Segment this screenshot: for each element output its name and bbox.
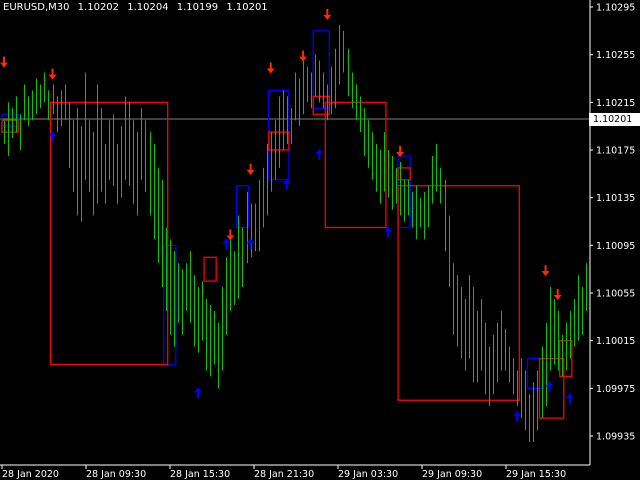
buy-arrow-icon [282,178,291,190]
price-tick-label: 1.10255 [596,50,635,61]
sell-arrow-icon [541,265,550,277]
price-tick-label: 1.10095 [596,241,635,252]
time-tick-label: 28 Jan 2020 [2,469,59,480]
price-tick-label: 1.10055 [596,289,635,300]
sell-arrow-icon [246,163,255,175]
arrow-head [222,238,231,244]
sell-arrow-icon [323,8,332,20]
down-box [312,95,331,115]
buy-arrow-icon [194,387,203,399]
arrow-head [323,14,332,20]
arrow-head [299,56,308,62]
current-price-tag: 1.10201 [589,112,640,126]
time-tick-label: 29 Jan 03:30 [338,469,398,480]
time-tick-label: 29 Jan 09:30 [422,469,482,480]
ohlc-low: 1.10199 [176,2,219,13]
ohlc-close: 1.10201 [226,2,268,13]
buy-arrow-icon [48,131,57,143]
time-axis: 28 Jan 2020 28 Jan 09:30 28 Jan 15:30 28 Ja… [0,464,590,480]
up-box [163,244,177,366]
price-tick-label: 1.10015 [596,336,635,347]
ohlc-open: 1.10202 [77,2,120,13]
arrow-head [246,169,255,175]
price-tick-label: 1.09975 [596,384,635,395]
down-box [397,167,411,181]
time-tick-label: 28 Jan 15:30 [170,469,230,480]
symbol-timeframe: EURUSD,M30 [3,2,70,13]
buy-arrow-icon [565,393,574,405]
price-tick-label: 1.10175 [596,146,635,157]
ohlc-high: 1.10204 [127,2,169,13]
price-tick-label: 1.10295 [596,3,635,14]
chart-header: EURUSD,M30 1.10202 1.10204 1.10199 1.102… [3,2,273,13]
buy-arrow-icon [315,149,324,160]
price-tick-label: 1.10135 [596,193,635,204]
arrow-head [48,74,57,80]
price-axis: 1.10295 1.10255 1.10215 1.10175 1.10135 1.100… [589,0,635,465]
sell-arrow-icon [226,229,235,241]
down-box [203,256,217,282]
arrow-head [226,235,235,241]
time-tick-label: 29 Jan 15:30 [506,469,566,480]
sell-arrow-icon [0,56,9,68]
arrow-head [194,387,203,393]
arrow-head [513,411,522,417]
plot-area [0,8,590,442]
up-box [526,357,545,389]
price-tick-label: 1.09935 [596,432,635,443]
buy-arrow-icon [222,238,231,250]
arrow-head [0,62,9,68]
price-chart[interactable]: 1.10295 1.10255 1.10215 1.10175 1.10135 1.100… [0,0,640,480]
sell-arrow-icon [553,288,562,300]
sell-arrow-icon [266,62,275,74]
arrow-head [565,393,574,399]
sell-arrow-icon [48,68,57,80]
sell-arrow-icon [299,50,308,62]
arrow-head [541,271,550,277]
arrow-head [48,131,57,137]
arrow-head [266,68,275,74]
price-tick-label: 1.10215 [596,98,635,109]
time-tick-label: 28 Jan 21:30 [254,469,314,480]
arrow-head [315,149,324,154]
chart-window[interactable]: 1.10295 1.10255 1.10215 1.10175 1.10135 1.100… [0,0,640,480]
time-tick-label: 28 Jan 09:30 [86,469,146,480]
buy-arrow-icon [513,411,522,423]
